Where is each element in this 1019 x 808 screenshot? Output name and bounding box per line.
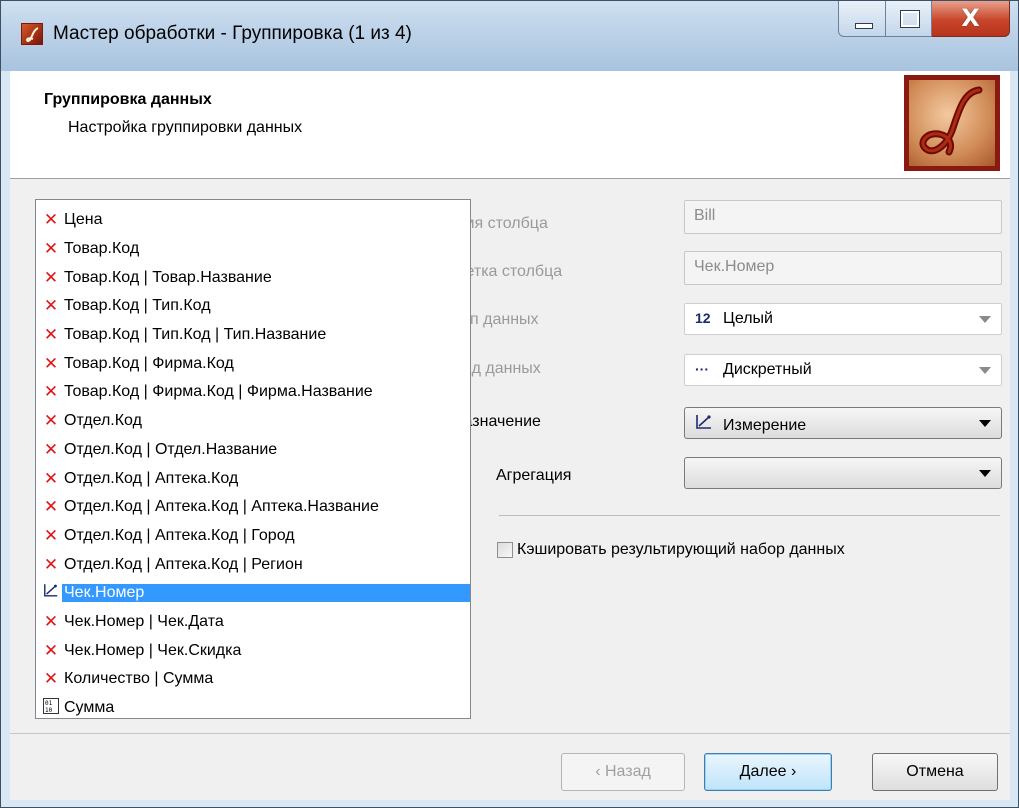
list-item[interactable]: Чек.Номер [36,579,470,608]
error-x-icon: ✕ [43,439,59,460]
chevron-down-icon [979,420,991,427]
list-item[interactable]: ✕ Чек.Номер | Чек.Дата [36,608,470,637]
list-item[interactable]: ✕ Товар.Код | Фирма.Код [36,349,470,378]
product-logo [904,75,1000,171]
wizard-footer: ‹ Назад Далее › Отмена [10,733,1010,800]
purpose-select[interactable]: Измерение [684,407,1002,439]
maximize-icon [900,10,920,28]
wizard-window: Мастер обработки - Группировка (1 из 4) … [0,0,1019,808]
wizard-header: Группировка данных Настройка группировки… [10,71,1010,179]
wizard-body: Имя столбца Bill Метка столбца Чек.Номер… [10,179,1010,733]
list-item[interactable]: 01 10 Сумма [36,694,470,718]
aggregation-select[interactable] [684,457,1002,489]
error-x-icon: ✕ [43,640,59,661]
list-item[interactable]: ✕ Отдел.Код [36,407,470,436]
error-x-icon: ✕ [43,239,59,260]
error-x-icon: ✕ [43,525,59,546]
aggregation-label: Агрегация [496,467,572,484]
chevron-down-icon [979,367,991,374]
close-button[interactable]: X [932,1,1010,37]
list-item-label: Товар.Код | Тип.Код [64,297,211,315]
logo-icon [909,80,995,166]
integer-type-icon: 12 [695,310,711,326]
list-item-label: Товар.Код | Товар.Название [64,268,272,286]
divider [499,515,1000,516]
cancel-button[interactable]: Отмена [872,753,998,791]
list-item[interactable]: ✕ Товар.Код | Тип.Код [36,292,470,321]
discrete-type-icon: ··· [695,361,709,377]
list-item-label: Чек.Номер | Чек.Скидка [64,641,242,659]
page-title: Группировка данных [44,91,212,108]
error-x-icon: ✕ [43,210,59,231]
minimize-icon [855,23,873,29]
list-item[interactable]: ✕ Отдел.Код | Аптека.Код | Город [36,522,470,551]
page-subtitle: Настройка группировки данных [68,119,303,136]
list-item-label: Товар.Код [64,240,140,258]
cache-option[interactable]: Кэшировать результирующий набор данных [497,541,845,559]
list-item[interactable]: ✕ Отдел.Код | Аптека.Код | Регион [36,550,470,579]
back-button[interactable]: ‹ Назад [561,753,685,791]
column-label-field[interactable]: Чек.Номер [684,251,1002,285]
measure-icon: 01 10 [42,697,60,718]
list-item[interactable]: ✕ Товар.Код | Тип.Код | Тип.Название [36,321,470,350]
svg-text:10: 10 [45,707,53,714]
next-button[interactable]: Далее › [704,753,832,791]
list-item-label: Количество | Сумма [64,670,214,688]
list-item[interactable]: ✕ Товар.Код | Товар.Название [36,263,470,292]
error-x-icon: ✕ [43,267,59,288]
list-item-label: Отдел.Код | Аптека.Код [64,469,239,487]
minimize-button[interactable] [838,1,886,37]
error-x-icon: ✕ [43,554,59,575]
list-item-label: Отдел.Код | Аптека.Код | Аптека.Название [64,498,379,516]
error-x-icon: ✕ [43,296,59,317]
list-item-label: Чек.Номер | Чек.Дата [64,612,224,630]
list-item[interactable]: ✕ Отдел.Код | Аптека.Код [36,464,470,493]
chevron-down-icon [979,316,991,323]
app-icon [21,23,43,45]
window-title: Мастер обработки - Группировка (1 из 4) [53,23,412,44]
chevron-down-icon [979,470,991,477]
data-kind-select[interactable]: ··· Дискретный [684,354,1002,386]
list-item-label: Отдел.Код | Аптека.Код | Регион [64,555,303,573]
data-type-value: Целый [723,310,773,327]
list-item[interactable]: ✕ Отдел.Код | Отдел.Название [36,436,470,465]
list-item-label: Отдел.Код | Аптека.Код | Город [64,526,295,544]
error-x-icon: ✕ [43,325,59,346]
maximize-button[interactable] [886,1,932,37]
list-item-label: Товар.Код | Фирма.Код [64,354,234,372]
error-x-icon: ✕ [43,611,59,632]
list-item[interactable]: ✕ Товар.Код | Фирма.Код | Фирма.Название [36,378,470,407]
list-item[interactable]: ✕ Цена [36,206,470,235]
purpose-value: Измерение [723,417,807,434]
data-type-select[interactable]: 12 Целый [684,303,1002,335]
cache-label: Кэшировать результирующий набор данных [517,541,845,558]
field-list[interactable]: ✕ Цена ✕ Товар.Код ✕ Товар.Код | Товар.Назван… [35,199,471,719]
list-item[interactable]: ✕ Товар.Код [36,235,470,264]
list-item[interactable]: ✕ Отдел.Код | Аптека.Код | Аптека.Названи… [36,493,470,522]
list-item[interactable]: ✕ Количество | Сумма [36,665,470,694]
error-x-icon: ✕ [43,468,59,489]
data-kind-value: Дискретный [723,361,812,378]
close-icon: X [961,4,980,32]
error-x-icon: ✕ [43,382,59,403]
error-x-icon: ✕ [43,411,59,432]
list-item-label: Товар.Код | Фирма.Код | Фирма.Название [64,383,373,401]
error-x-icon: ✕ [43,669,59,690]
cache-checkbox[interactable] [497,542,513,558]
list-item-label: Сумма [64,699,115,717]
dimension-icon [695,414,717,433]
list-item-label: Чек.Номер [62,584,470,603]
title-bar[interactable]: Мастер обработки - Группировка (1 из 4) … [1,1,1018,71]
svg-text:01: 01 [45,700,53,707]
list-item-label: Цена [64,211,103,229]
list-item-label: Отдел.Код | Отдел.Название [64,440,278,458]
list-item[interactable]: ✕ Чек.Номер | Чек.Скидка [36,636,470,665]
caption-buttons: X [838,1,1010,39]
error-x-icon: ✕ [43,353,59,374]
column-name-field[interactable]: Bill [684,200,1002,234]
error-x-icon: ✕ [43,497,59,518]
dimension-icon [42,583,60,603]
list-item-label: Товар.Код | Тип.Код | Тип.Название [64,326,327,344]
list-item-label: Отдел.Код [64,412,142,430]
